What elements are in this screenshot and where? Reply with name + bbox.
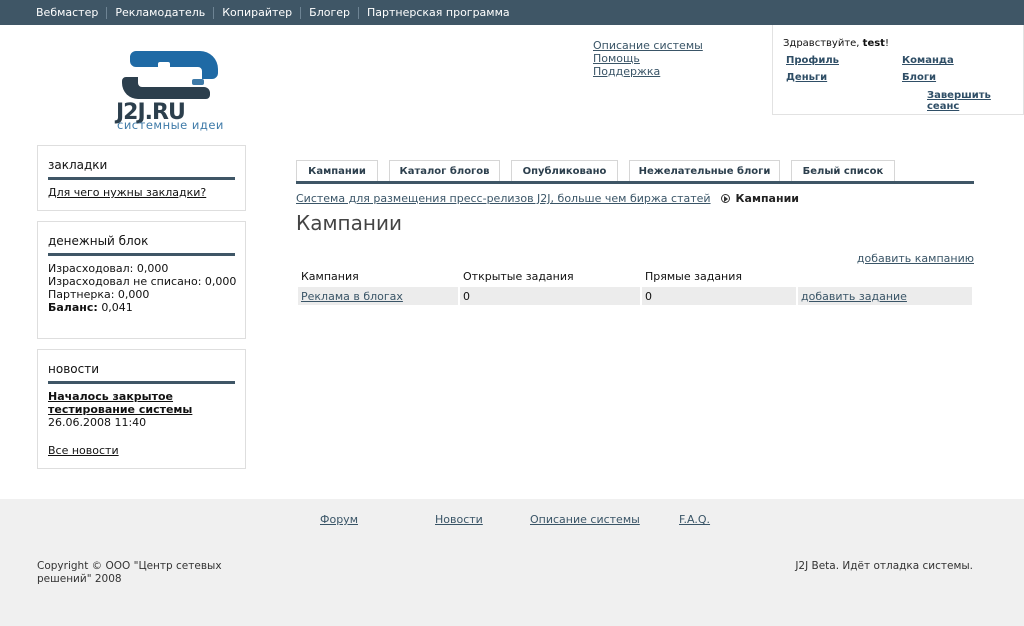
system-description-link[interactable]: Описание системы	[593, 39, 703, 52]
campaign-link[interactable]: Реклама в блогах	[301, 290, 403, 303]
tab-blog-catalog[interactable]: Каталог блогов	[389, 160, 500, 182]
section-tabs: Кампании Каталог блогов Опубликовано Неж…	[296, 160, 906, 182]
bookmarks-title: закладки	[48, 158, 108, 172]
footer-forum-link[interactable]: Форум	[320, 513, 358, 526]
nav-webmaster[interactable]: Вебмастер	[36, 7, 98, 19]
add-campaign-link[interactable]: добавить кампанию	[857, 252, 974, 265]
greeting-text: Здравствуйте,	[783, 38, 860, 49]
footer-faq-link[interactable]: F.A.Q.	[679, 513, 710, 526]
footer-news-link[interactable]: Новости	[435, 513, 483, 526]
cell-campaign: Реклама в блогах	[298, 287, 458, 305]
all-news-link[interactable]: Все новости	[48, 444, 119, 457]
profile-link[interactable]: Профиль	[786, 55, 839, 66]
cell-direct-tasks: 0	[642, 287, 796, 305]
panel-divider	[48, 381, 235, 384]
tabs-underline	[296, 181, 974, 184]
footer-description-link[interactable]: Описание системы	[530, 513, 640, 526]
nav-blogger[interactable]: Блогер	[309, 7, 350, 19]
money-title: денежный блок	[48, 234, 149, 248]
footer: Форум Новости Описание системы F.A.Q. Co…	[0, 499, 1024, 626]
tab-unwanted-blogs[interactable]: Нежелательные блоги	[629, 160, 780, 182]
top-nav: Вебмастер Рекламодатель Копирайтер Блоге…	[0, 0, 1024, 25]
table-header-row: Кампания Открытые задания Прямые задания	[298, 268, 972, 285]
logo-tagline: системные идеи	[117, 118, 224, 132]
tab-published[interactable]: Опубликовано	[511, 160, 618, 182]
panel-divider	[48, 177, 235, 180]
nav-advertiser[interactable]: Рекламодатель	[115, 7, 205, 19]
money-balance: Баланс: 0,041	[48, 301, 133, 314]
page-title: Кампании	[296, 211, 402, 235]
footer-status: J2J Beta. Идёт отладка системы.	[795, 560, 973, 572]
nav-copywriter[interactable]: Копирайтер	[222, 7, 292, 19]
help-link[interactable]: Помощь	[593, 52, 703, 65]
user-box: Здравствуйте, test! Профиль Команда День…	[772, 25, 1024, 115]
col-campaign: Кампания	[301, 270, 359, 283]
money-unwritten: Израсходовал не списано: 0,000	[48, 275, 237, 288]
nav-divider	[213, 7, 215, 19]
panel-divider	[48, 253, 235, 256]
bookmarks-panel: закладки Для чего нужны закладки?	[37, 145, 246, 211]
user-greeting: Здравствуйте, test!	[783, 38, 889, 49]
cell-actions: добавить задание	[798, 287, 972, 305]
money-link[interactable]: Деньги	[786, 72, 827, 83]
support-link[interactable]: Поддержка	[593, 65, 703, 78]
tab-whitelist[interactable]: Белый список	[791, 160, 895, 182]
news-panel: новости Началось закрытое тестирование с…	[37, 349, 246, 469]
logout-link[interactable]: Завершить сеанс	[927, 90, 1023, 112]
money-spent: Израсходовал: 0,000	[48, 262, 169, 275]
money-partner: Партнерка: 0,000	[48, 288, 150, 301]
tab-campaigns[interactable]: Кампании	[296, 160, 378, 182]
add-task-link[interactable]: добавить задание	[801, 290, 907, 303]
footer-copyright: Copyright © ООО "Центр сетевых решений" …	[37, 560, 222, 585]
col-actions	[798, 268, 972, 285]
nav-divider	[106, 7, 108, 19]
breadcrumb-root-link[interactable]: Система для размещения пресс-релизов J2J…	[296, 192, 711, 205]
balance-label: Баланс:	[48, 301, 98, 314]
breadcrumb-current: Кампании	[735, 192, 799, 205]
table-row: Реклама в блогах 0 0 добавить задание	[298, 287, 972, 305]
col-direct-tasks: Прямые задания	[645, 270, 743, 283]
breadcrumb: Система для размещения пресс-релизов J2J…	[296, 192, 799, 205]
team-link[interactable]: Команда	[902, 55, 954, 66]
balance-value: 0,041	[101, 301, 133, 314]
breadcrumb-arrow-icon	[720, 194, 730, 203]
blogs-link[interactable]: Блоги	[902, 72, 936, 83]
bookmarks-help-link[interactable]: Для чего нужны закладки?	[48, 186, 206, 199]
money-panel: денежный блок Израсходовал: 0,000 Израсх…	[37, 221, 246, 339]
nav-divider	[358, 7, 359, 19]
news-item-link[interactable]: Началось закрытое тестирование системы	[48, 390, 228, 416]
news-item-date: 26.06.2008 11:40	[48, 416, 147, 429]
col-open-tasks: Открытые задания	[463, 270, 574, 283]
campaigns-table: Кампания Открытые задания Прямые задания…	[296, 266, 974, 307]
cell-open-tasks: 0	[460, 287, 640, 305]
username: test	[862, 38, 885, 49]
nav-divider	[300, 7, 302, 19]
header-links: Описание системы Помощь Поддержка	[593, 39, 703, 78]
news-title: новости	[48, 362, 99, 376]
nav-partner-program[interactable]: Партнерская программа	[367, 7, 510, 19]
